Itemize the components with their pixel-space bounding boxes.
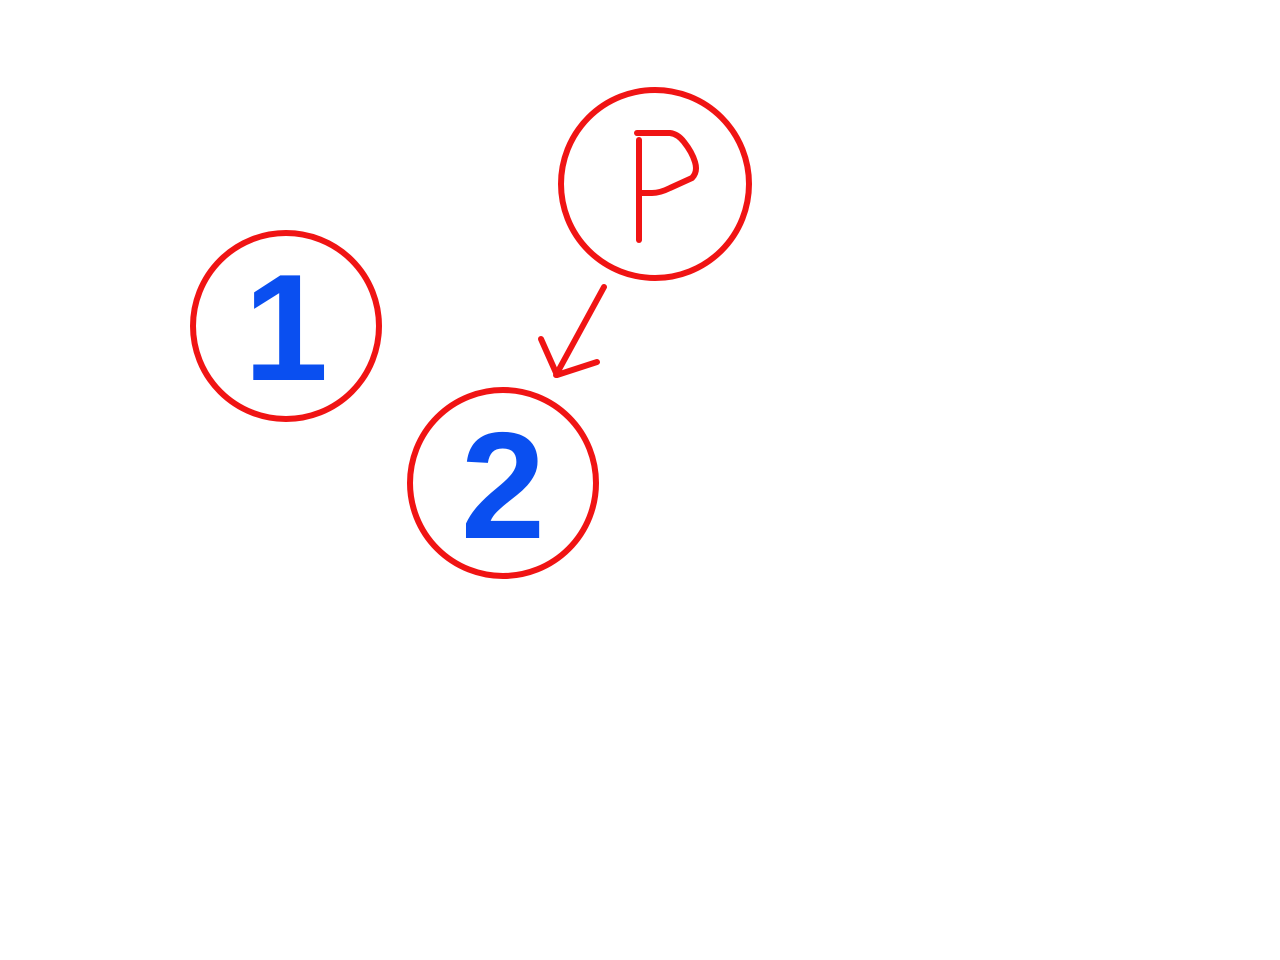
- diagram-svg: 1 2: [190, 87, 752, 579]
- node-1-label: 1: [244, 243, 329, 413]
- node-2: 2: [407, 387, 599, 579]
- node-1: 1: [190, 230, 382, 422]
- arrow-p-to-2: [538, 284, 607, 378]
- node-2-label: 2: [461, 401, 546, 571]
- diagram-canvas: 1 2: [0, 0, 1280, 960]
- pointer-node-circle: [558, 87, 752, 281]
- pointer-node-p: [558, 87, 752, 281]
